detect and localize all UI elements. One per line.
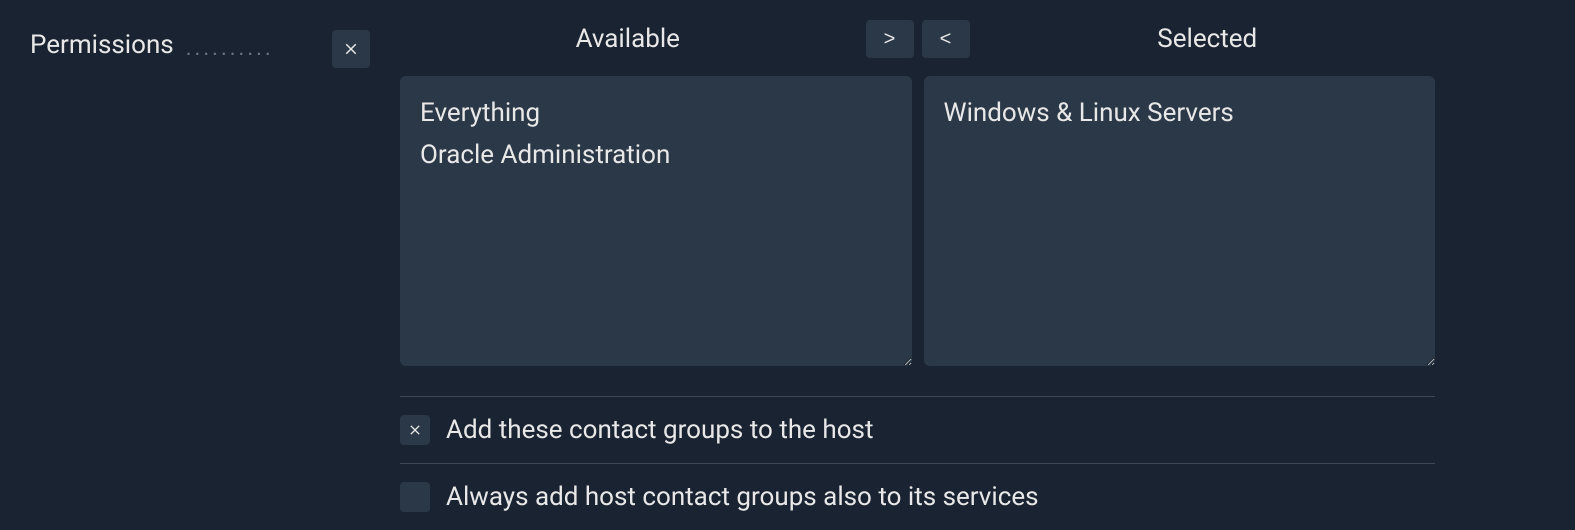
list-item[interactable]: Windows & Linux Servers	[944, 92, 1416, 134]
available-header: Available	[400, 24, 856, 54]
checkbox[interactable]	[400, 482, 430, 512]
remove-button[interactable]	[332, 30, 370, 68]
checkbox[interactable]	[400, 415, 430, 445]
close-icon	[342, 40, 360, 58]
available-listbox[interactable]: EverythingOracle Administration	[400, 76, 912, 366]
close-icon	[407, 422, 423, 438]
dots-filler	[186, 30, 320, 56]
list-item[interactable]: Oracle Administration	[420, 134, 892, 176]
field-label: Permissions	[30, 30, 174, 60]
selected-listbox[interactable]: Windows & Linux Servers	[924, 76, 1436, 366]
move-left-button[interactable]: <	[922, 20, 970, 58]
checkbox-label: Always add host contact groups also to i…	[446, 482, 1039, 512]
move-right-button[interactable]: >	[866, 20, 914, 58]
list-item[interactable]: Everything	[420, 92, 892, 134]
selected-header: Selected	[980, 24, 1436, 54]
checkbox-label: Add these contact groups to the host	[446, 415, 873, 445]
